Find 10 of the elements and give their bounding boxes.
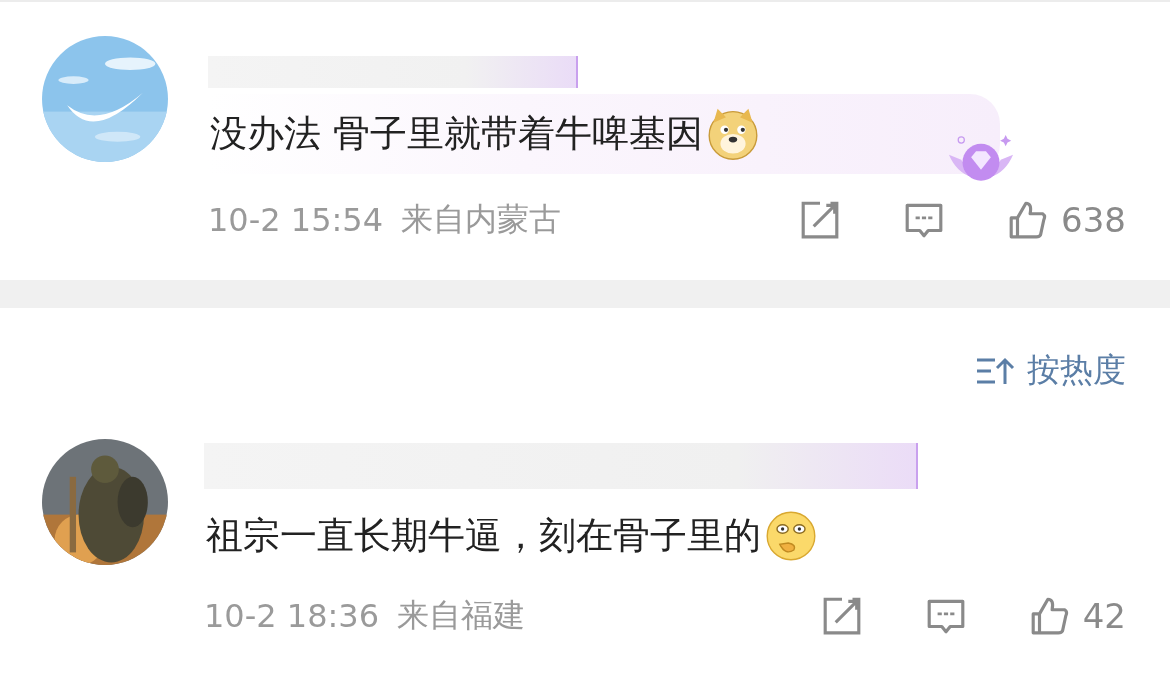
comment-text: 没办法 骨子里就带着牛啤基因 bbox=[210, 111, 703, 157]
like-button[interactable]: 638 bbox=[1007, 199, 1126, 241]
comment-time: 10-2 18:36 bbox=[204, 597, 379, 635]
sort-icon bbox=[975, 355, 1015, 386]
comment-text: 祖宗一直长期牛逼，刻在骨子里的 bbox=[206, 513, 761, 559]
comment-location: 来自内蒙古 bbox=[401, 199, 561, 240]
comment-time: 10-2 15:54 bbox=[208, 201, 383, 239]
sort-button[interactable]: 按热度 bbox=[975, 348, 1126, 393]
like-button[interactable]: 42 bbox=[1028, 595, 1126, 637]
comment-location: 来自福建 bbox=[397, 595, 525, 636]
